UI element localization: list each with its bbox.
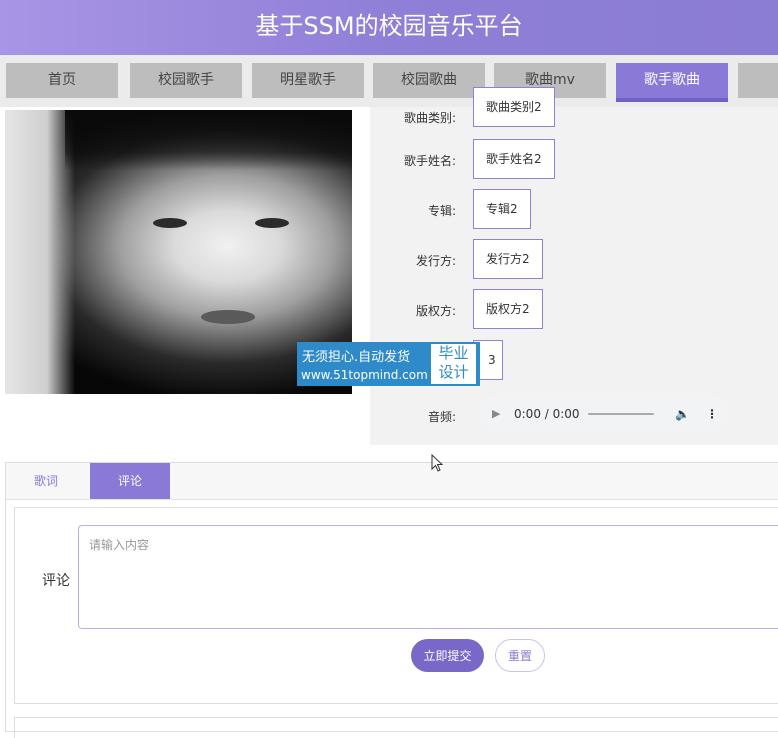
singer-name-label: 歌手姓名: bbox=[403, 154, 456, 168]
reset-button[interactable]: 重置 bbox=[495, 639, 545, 672]
more-options-icon[interactable]: ⋮ bbox=[706, 394, 718, 434]
watermark-line1: 无须担心.自动发货 bbox=[302, 350, 411, 365]
tab-lyrics[interactable]: 歌词 bbox=[6, 463, 86, 499]
nav-singer-songs[interactable]: 歌手歌曲 bbox=[616, 63, 728, 102]
nav-personal[interactable]: 个 bbox=[738, 63, 778, 98]
audio-label: 音频: bbox=[427, 410, 456, 424]
publisher-value: 发行方2 bbox=[473, 239, 543, 279]
play-icon[interactable]: ▶ bbox=[492, 394, 500, 434]
nav-home[interactable]: 首页 bbox=[6, 63, 118, 98]
lyrics-comments-card: 歌词 评论 评论 立即提交 重置 bbox=[5, 462, 778, 738]
comment-form: 评论 立即提交 重置 bbox=[14, 507, 778, 704]
nav-star-singers[interactable]: 明星歌手 bbox=[252, 63, 364, 98]
copyright-value: 版权方2 bbox=[473, 289, 543, 329]
site-header: 基于SSM的校园音乐平台 bbox=[0, 0, 778, 55]
song-details: 歌曲类别: 歌曲类别2 歌手姓名: 歌手姓名2 专辑: 专辑2 发行方: 发行方… bbox=[370, 87, 778, 445]
singer-name-value: 歌手姓名2 bbox=[473, 139, 555, 179]
tab-bar: 歌词 评论 bbox=[6, 463, 778, 500]
comment-label: 评论 bbox=[42, 573, 70, 589]
category-label: 歌曲类别: bbox=[403, 111, 456, 125]
audio-progress[interactable] bbox=[588, 413, 654, 415]
watermark-line2: www.51topmind.com bbox=[301, 368, 428, 382]
nav-campus-songs[interactable]: 校园歌曲 bbox=[373, 63, 485, 98]
copyright-label: 版权方: bbox=[415, 304, 456, 318]
main-nav: 首页 校园歌手 明星歌手 校园歌曲 歌曲mv 歌手歌曲 个 bbox=[0, 55, 778, 107]
site-title: 基于SSM的校园音乐平台 bbox=[255, 12, 523, 40]
submit-button[interactable]: 立即提交 bbox=[411, 639, 484, 672]
audio-player[interactable]: ▶ 0:00 / 0:00 🔈 ⋮ bbox=[480, 394, 728, 434]
publisher-label: 发行方: bbox=[415, 254, 456, 268]
comment-list bbox=[14, 717, 778, 738]
audio-time: 0:00 / 0:00 bbox=[514, 407, 580, 421]
album-label: 专辑: bbox=[427, 204, 456, 218]
watermark-badge: 毕业 设计 bbox=[431, 344, 476, 384]
comment-input[interactable] bbox=[78, 525, 778, 629]
mouse-cursor-icon bbox=[431, 454, 443, 472]
nav-campus-singers[interactable]: 校园歌手 bbox=[130, 63, 242, 98]
tab-comments[interactable]: 评论 bbox=[90, 463, 170, 499]
watermark-banner: 无须担心.自动发货 www.51topmind.com 毕业 设计 bbox=[297, 342, 480, 386]
album-value: 专辑2 bbox=[473, 189, 531, 229]
volume-icon[interactable]: 🔈 bbox=[675, 394, 690, 434]
category-value: 歌曲类别2 bbox=[473, 87, 555, 127]
